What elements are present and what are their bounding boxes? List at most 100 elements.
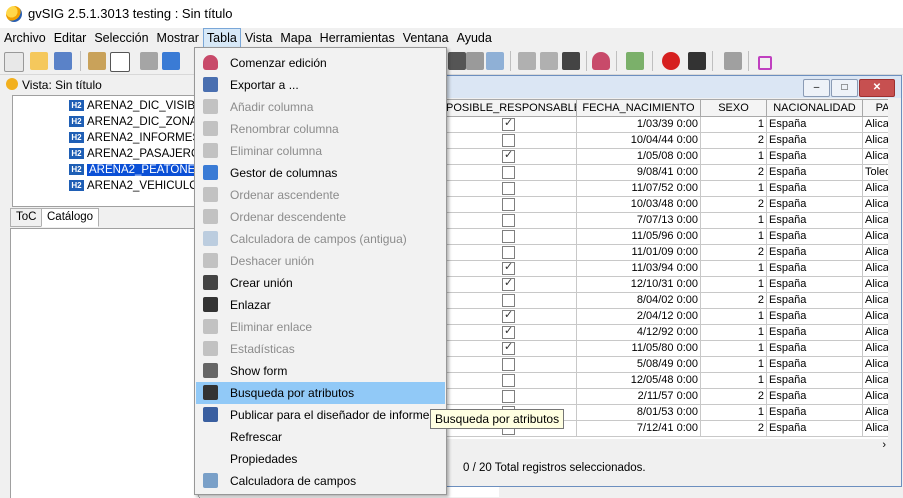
table-cell-pa[interactable]: Alica (863, 149, 888, 165)
table-cell-sexo[interactable]: 2 (701, 421, 767, 437)
menu-item-enlazar[interactable]: Enlazar (196, 294, 445, 316)
table-cell-pa[interactable]: Alica (863, 245, 888, 261)
sort-tool-icon[interactable] (162, 52, 180, 70)
table-cell-pa[interactable]: Alica (863, 293, 888, 309)
layer-item[interactable]: H2 ARENA2_DIC_VISIBILI (69, 100, 197, 116)
table-cell-fecha[interactable]: 7/12/41 0:00 (577, 421, 701, 437)
table-cell-nacionalidad[interactable]: España (767, 245, 863, 261)
table-cell-fecha[interactable]: 7/07/13 0:00 (577, 213, 701, 229)
table-cell-nacionalidad[interactable]: España (767, 357, 863, 373)
crosshair-icon[interactable] (758, 56, 772, 70)
table-cell-sexo[interactable]: 2 (701, 197, 767, 213)
table-cell-sexo[interactable]: 2 (701, 133, 767, 149)
calculator-tool-icon[interactable] (486, 52, 504, 70)
responsable-checkbox[interactable] (502, 325, 515, 339)
menu-item-calculadora-de-campos[interactable]: Calculadora de campos (196, 470, 445, 492)
table-cell-sexo[interactable]: 2 (701, 389, 767, 405)
forward-arrow-icon[interactable] (540, 52, 558, 70)
menu-item-refrescar[interactable]: Refrescar (196, 426, 445, 448)
responsable-checkbox[interactable] (502, 277, 515, 291)
layer-item[interactable]: H2 ARENA2_PASAJEROS (69, 148, 197, 164)
link-tool-icon[interactable] (88, 52, 106, 70)
table-cell-nacionalidad[interactable]: España (767, 149, 863, 165)
layer-item[interactable]: H2 ARENA2_DIC_ZONA (69, 116, 197, 132)
minimize-button[interactable]: ‒ (803, 79, 830, 97)
responsable-checkbox[interactable] (502, 230, 515, 243)
menu-item-calculadora-de-campos-antigua[interactable]: Calculadora de campos (antigua) (196, 228, 445, 250)
back-arrow-icon[interactable] (518, 52, 536, 70)
menu-item-publicar-para-el-disenador-de-informes[interactable]: Publicar para el diseñador de informes (196, 404, 445, 426)
table-cell-fecha[interactable]: 10/03/48 0:00 (577, 197, 701, 213)
responsable-checkbox[interactable] (502, 214, 515, 227)
responsable-checkbox[interactable] (502, 390, 515, 403)
table-cell-nacionalidad[interactable]: España (767, 213, 863, 229)
table-cell-pa[interactable]: Alica (863, 357, 888, 373)
menu-item-renombrar-columna[interactable]: Renombrar columna (196, 118, 445, 140)
table-cell-nacionalidad[interactable]: España (767, 373, 863, 389)
close-button[interactable]: ✕ (859, 79, 895, 97)
responsable-checkbox[interactable] (502, 198, 515, 211)
table-cell-nacionalidad[interactable]: España (767, 325, 863, 341)
responsable-checkbox[interactable] (502, 294, 515, 307)
menu-archivo[interactable]: Archivo (0, 28, 50, 48)
responsable-checkbox[interactable] (502, 134, 515, 147)
column-header[interactable]: PA (863, 99, 888, 117)
layer-item-selected[interactable]: H2 ARENA2_PEATONES (69, 164, 197, 180)
table-cell-sexo[interactable]: 1 (701, 405, 767, 421)
link-table-icon[interactable] (448, 52, 466, 70)
table-cell-nacionalidad[interactable]: España (767, 405, 863, 421)
layer-item[interactable]: H2 ARENA2_VEHICULOS (69, 180, 197, 196)
table-cell-nacionalidad[interactable]: España (767, 117, 863, 133)
table-cell-sexo[interactable]: 1 (701, 181, 767, 197)
tab-catalogo[interactable]: Catálogo (41, 208, 100, 227)
menu-mapa[interactable]: Mapa (276, 28, 315, 48)
responsable-checkbox[interactable] (502, 341, 515, 355)
table-cell-sexo[interactable]: 1 (701, 229, 767, 245)
table-cell-nacionalidad[interactable]: España (767, 277, 863, 293)
responsable-checkbox[interactable] (502, 309, 515, 323)
menu-ayuda[interactable]: Ayuda (453, 28, 496, 48)
table-cell-nacionalidad[interactable]: España (767, 133, 863, 149)
menu-seleccion[interactable]: Selección (90, 28, 152, 48)
table-cell-sexo[interactable]: 1 (701, 309, 767, 325)
binoculars-tool-icon[interactable] (562, 52, 580, 70)
table-cell-sexo[interactable]: 2 (701, 293, 767, 309)
table-cell-fecha[interactable]: 4/12/92 0:00 (577, 325, 701, 341)
column-header[interactable]: NACIONALIDAD (767, 99, 863, 117)
table-cell-pa[interactable]: Alica (863, 181, 888, 197)
table-cell-fecha[interactable]: 12/05/48 0:00 (577, 373, 701, 389)
table-cell-fecha[interactable]: 5/08/49 0:00 (577, 357, 701, 373)
table-cell-nacionalidad[interactable]: España (767, 165, 863, 181)
table-cell-fecha[interactable]: 8/04/02 0:00 (577, 293, 701, 309)
table-cell-fecha[interactable]: 2/11/57 0:00 (577, 389, 701, 405)
error-icon[interactable] (662, 52, 680, 70)
table-cell-sexo[interactable]: 1 (701, 373, 767, 389)
table-cell-nacionalidad[interactable]: España (767, 309, 863, 325)
table-cell-pa[interactable]: Alica (863, 341, 888, 357)
save-icon[interactable] (54, 52, 72, 70)
table-cell-pa[interactable]: Alica (863, 405, 888, 421)
table-cell-nacionalidad[interactable]: España (767, 389, 863, 405)
table-cell-pa[interactable]: Alica (863, 213, 888, 229)
responsable-checkbox[interactable] (502, 166, 515, 179)
menu-item-exportar-a[interactable]: Exportar a ... (196, 74, 445, 96)
tab-toc[interactable]: ToC (10, 208, 43, 227)
tools-icon[interactable] (688, 52, 706, 70)
table-cell-pa[interactable]: Alica (863, 421, 888, 437)
menu-herramientas[interactable]: Herramientas (316, 28, 399, 48)
table-cell-pa[interactable]: Alica (863, 197, 888, 213)
table-cell-fecha[interactable]: 11/07/52 0:00 (577, 181, 701, 197)
responsable-checkbox[interactable] (502, 149, 515, 163)
table-cell-pa[interactable]: Alica (863, 229, 888, 245)
open-folder-icon[interactable] (30, 52, 48, 70)
table-cell-fecha[interactable]: 8/01/53 0:00 (577, 405, 701, 421)
menu-mostrar[interactable]: Mostrar (153, 28, 203, 48)
table-cell-sexo[interactable]: 1 (701, 341, 767, 357)
horizontal-scrollbar[interactable]: › (445, 439, 888, 454)
table-cell-sexo[interactable]: 2 (701, 245, 767, 261)
menu-item-gestor-de-columnas[interactable]: Gestor de columnas (196, 162, 445, 184)
table-cell-pa[interactable]: Alica (863, 325, 888, 341)
table-cell-sexo[interactable]: 1 (701, 261, 767, 277)
select-tool-icon[interactable] (110, 52, 130, 72)
menu-item-crear-union[interactable]: Crear unión (196, 272, 445, 294)
